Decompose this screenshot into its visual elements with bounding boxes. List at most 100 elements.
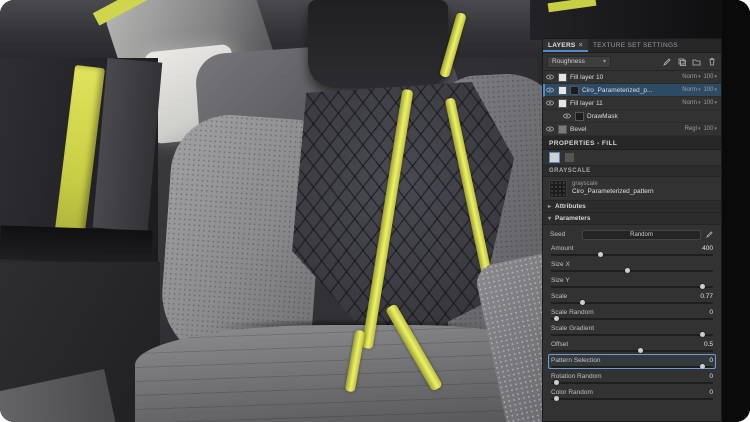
- right-dock: LAYERS × TEXTURE SET SETTINGS Roughness …: [542, 38, 722, 422]
- resource-type: grayscale: [572, 181, 598, 188]
- layer-row[interactable]: Fill layer 10 Norm▾ 100▾: [543, 71, 721, 84]
- layer-row[interactable]: DrawMask: [543, 110, 721, 123]
- parameter-row-rotation-random: Rotation Random 0: [548, 370, 716, 385]
- properties-header: PROPERTIES - FILL: [543, 137, 721, 150]
- slider-knob[interactable]: [638, 348, 644, 353]
- layer-thumbnail[interactable]: [558, 72, 567, 82]
- slider-knob[interactable]: [699, 284, 705, 289]
- dock-tabbar: LAYERS × TEXTURE SET SETTINGS: [543, 39, 721, 53]
- slider-color-random[interactable]: [551, 396, 713, 402]
- parameter-row-scale: Scale 0.77: [548, 290, 716, 305]
- slider-pattern-selection[interactable]: [551, 364, 713, 370]
- channel-dropdown[interactable]: Roughness ▾: [547, 55, 611, 68]
- trash-icon[interactable]: [706, 56, 717, 67]
- pen-icon[interactable]: [661, 56, 672, 67]
- slider-rotation-random[interactable]: [551, 380, 713, 386]
- random-seed-button[interactable]: Random: [582, 229, 701, 240]
- parameter-label: Scale Random: [551, 308, 594, 316]
- tab-texture-set-settings[interactable]: TEXTURE SET SETTINGS: [588, 39, 683, 52]
- slider-track: [551, 366, 713, 368]
- slider-size-x[interactable]: [551, 268, 713, 274]
- fill-channel-thumbs: [543, 150, 721, 166]
- parameter-row-amount: Amount 400: [548, 242, 716, 257]
- resource-name: Ciro_Parameterized_pattern: [572, 188, 654, 196]
- slider-track: [551, 398, 713, 400]
- slider-knob[interactable]: [699, 332, 705, 337]
- slider-knob[interactable]: [579, 300, 585, 305]
- opacity-value[interactable]: 100▾: [703, 126, 717, 132]
- layers-icon[interactable]: [676, 56, 687, 67]
- visibility-eye-icon[interactable]: [546, 100, 555, 106]
- slider-knob[interactable]: [553, 396, 559, 401]
- parameter-row-size-y: Size Y: [548, 274, 716, 289]
- slider-knob[interactable]: [553, 380, 559, 385]
- pencil-icon[interactable]: [705, 230, 714, 239]
- blend-mode-dropdown[interactable]: Regl▾: [685, 126, 701, 132]
- slider-track: [551, 254, 713, 256]
- slider-amount[interactable]: [551, 252, 713, 258]
- layer-row[interactable]: Bevel Regl▾ 100▾: [543, 123, 721, 136]
- layer-list: Fill layer 10 Norm▾ 100▾ Ciro_Parameterized…: [543, 71, 721, 137]
- parameter-value[interactable]: 0: [709, 309, 713, 316]
- slider-knob[interactable]: [597, 252, 603, 257]
- layer-mask-thumbnail[interactable]: [570, 85, 579, 95]
- chevron-down-icon: ▾: [548, 216, 552, 222]
- parameter-value[interactable]: 0.5: [704, 341, 713, 348]
- parameter-row-scale-gradient: Scale Gradient: [548, 322, 716, 337]
- visibility-eye-icon[interactable]: [546, 74, 555, 80]
- attributes-section[interactable]: ▸ Attributes: [543, 201, 721, 213]
- layer-thumbnail[interactable]: [558, 85, 567, 95]
- parameter-label: Seed: [550, 231, 566, 238]
- layer-thumbnail[interactable]: [575, 111, 584, 121]
- layer-row[interactable]: Ciro_Parameterized_p... Norm▾ 100▾: [543, 84, 721, 97]
- slider-scale-gradient[interactable]: [551, 332, 713, 338]
- resource-thumbnail[interactable]: [549, 179, 567, 198]
- slider-knob[interactable]: [625, 268, 631, 273]
- parameters-label: Parameters: [555, 215, 591, 222]
- fill-thumb-active[interactable]: [549, 152, 560, 163]
- slider-scale-random[interactable]: [551, 316, 713, 322]
- parameter-value[interactable]: 0: [709, 389, 713, 396]
- blend-mode-dropdown[interactable]: Norm▾: [682, 87, 700, 93]
- blend-mode-dropdown[interactable]: Norm▾: [682, 74, 700, 80]
- visibility-eye-icon[interactable]: [546, 87, 555, 93]
- layer-thumbnail[interactable]: [558, 98, 567, 108]
- parameter-label: Amount: [551, 244, 574, 252]
- slider-knob[interactable]: [553, 316, 559, 321]
- chevron-right-icon: ▸: [548, 204, 552, 210]
- parameter-label: Size X: [551, 260, 570, 268]
- layer-name: Fill layer 10: [570, 73, 604, 81]
- opacity-value[interactable]: 100▾: [703, 100, 717, 106]
- slider-track: [551, 334, 713, 336]
- opacity-value[interactable]: 100▾: [703, 74, 717, 80]
- grayscale-resource[interactable]: grayscale Ciro_Parameterized_pattern: [543, 177, 721, 201]
- blend-mode-dropdown[interactable]: Norm▾: [682, 100, 700, 106]
- parameter-value[interactable]: 0: [709, 373, 713, 380]
- visibility-eye-icon[interactable]: [563, 113, 572, 119]
- slider-size-y[interactable]: [551, 284, 713, 290]
- parameter-list: Seed Random Amount 400 Size X Size Y Scale 0.77…: [543, 225, 721, 421]
- parameters-section[interactable]: ▾ Parameters: [543, 213, 721, 225]
- layer-row[interactable]: Fill layer 11 Norm▾ 100▾: [543, 97, 721, 110]
- visibility-eye-icon[interactable]: [546, 126, 555, 132]
- parameter-value[interactable]: 0.77: [700, 293, 713, 300]
- resource-texts: grayscale Ciro_Parameterized_pattern: [572, 180, 654, 197]
- fill-thumb-secondary[interactable]: [564, 152, 575, 163]
- tab-layers[interactable]: LAYERS ×: [543, 39, 588, 52]
- layer-thumbnail[interactable]: [558, 124, 567, 134]
- attributes-label: Attributes: [555, 203, 586, 210]
- parameter-row-scale-random: Scale Random 0: [548, 306, 716, 321]
- slider-offset[interactable]: [551, 348, 713, 354]
- chevron-down-icon: ▾: [602, 59, 606, 65]
- folder-icon[interactable]: [691, 56, 702, 67]
- slider-knob[interactable]: [699, 364, 705, 369]
- slider-track: [551, 382, 713, 384]
- slider-scale[interactable]: [551, 300, 713, 306]
- scene-right-edge: [722, 0, 750, 422]
- opacity-value[interactable]: 100▾: [703, 87, 717, 93]
- parameter-row-size-x: Size X: [548, 258, 716, 273]
- parameter-value[interactable]: 400: [702, 245, 713, 252]
- slider-track: [551, 270, 713, 272]
- close-icon[interactable]: ×: [579, 42, 583, 49]
- parameter-value[interactable]: 0: [709, 357, 713, 364]
